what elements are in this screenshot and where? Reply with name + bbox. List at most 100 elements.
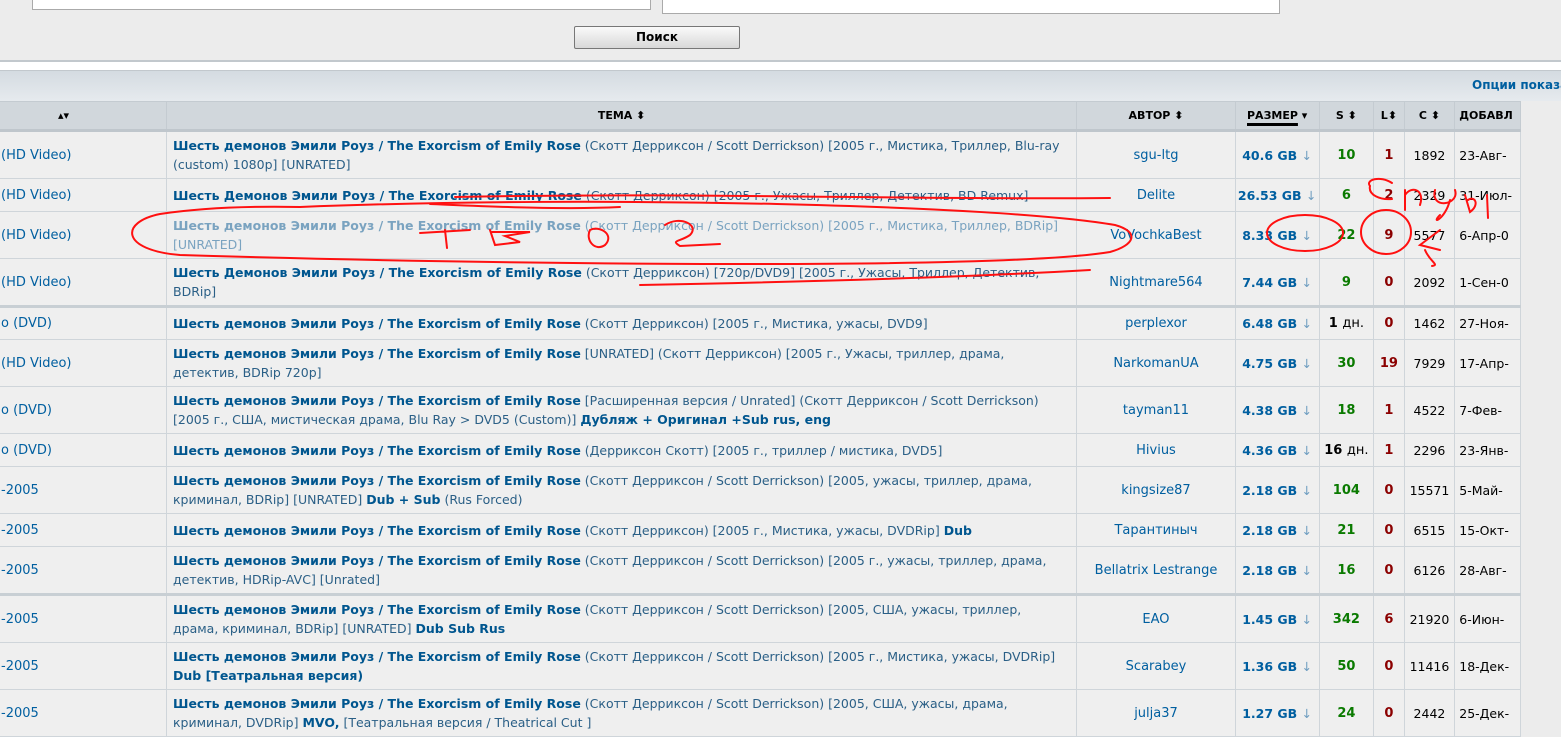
completed-cell: 2092 xyxy=(1403,258,1456,308)
size-download-link[interactable]: 1.27 GB xyxy=(1242,706,1297,721)
download-arrow-icon[interactable]: ↓ xyxy=(1302,483,1312,498)
author-link[interactable]: EAO xyxy=(1076,594,1236,643)
leechers-cell: 1 xyxy=(1373,386,1405,434)
topic-link[interactable]: Шесть демонов Эмили Роуз / The Exorcism … xyxy=(173,138,581,153)
author-link[interactable]: kingsize87 xyxy=(1076,466,1236,514)
divider xyxy=(0,62,1561,70)
topic-link[interactable]: Шесть демонов Эмили Роуз / The Exorcism … xyxy=(173,649,581,664)
completed-cell: 7929 xyxy=(1403,339,1456,387)
col-author[interactable]: АВТОР ⬍ xyxy=(1076,101,1236,132)
size-download-link[interactable]: 8.33 GB xyxy=(1242,228,1297,243)
size-download-link[interactable]: 4.75 GB xyxy=(1242,356,1297,371)
category-link[interactable]: o (DVD) xyxy=(0,433,167,467)
topic-link[interactable]: Шесть демонов Эмили Роуз / The Exorcism … xyxy=(173,553,581,568)
download-arrow-icon[interactable]: ↓ xyxy=(1302,356,1312,371)
author-link[interactable]: perplexor xyxy=(1076,306,1236,340)
search-input[interactable] xyxy=(32,0,651,10)
author-link[interactable]: Hivius xyxy=(1076,433,1236,467)
sort-updown-icon: ⬍ xyxy=(1387,109,1398,122)
author-link[interactable]: sgu-ltg xyxy=(1076,130,1236,179)
display-options-link[interactable]: Опции показа xyxy=(1472,78,1561,92)
size-download-link[interactable]: 26.53 GB xyxy=(1238,188,1302,203)
author-link[interactable]: julja37 xyxy=(1076,689,1236,737)
size-download-link[interactable]: 1.45 GB xyxy=(1242,612,1297,627)
topic-link[interactable]: Dub + Sub xyxy=(366,492,440,507)
topic-link[interactable]: Дубляж + Оригинал +Sub rus, eng xyxy=(580,412,831,427)
download-arrow-icon[interactable]: ↓ xyxy=(1302,228,1312,243)
author-link[interactable]: Scarabey xyxy=(1076,642,1236,690)
download-arrow-icon[interactable]: ↓ xyxy=(1302,403,1312,418)
size-cell: 40.6 GB ↓ xyxy=(1234,130,1320,179)
topic-link[interactable]: Шесть демонов Эмили Роуз / The Exorcism … xyxy=(173,602,581,617)
category-link[interactable]: (HD Video) xyxy=(0,130,167,179)
author-link[interactable]: Bellatrix Lestrange xyxy=(1076,546,1236,596)
download-arrow-icon[interactable]: ↓ xyxy=(1302,316,1312,331)
size-download-link[interactable]: 2.18 GB xyxy=(1242,563,1297,578)
author-link[interactable]: Nightmare564 xyxy=(1076,258,1236,308)
download-arrow-icon[interactable]: ↓ xyxy=(1302,148,1312,163)
topic-link[interactable]: Шесть демонов Эмили Роуз / The Exorcism … xyxy=(173,443,581,458)
download-arrow-icon[interactable]: ↓ xyxy=(1302,275,1312,290)
col-added[interactable]: ДОБАВЛ xyxy=(1454,101,1521,132)
download-arrow-icon[interactable]: ↓ xyxy=(1302,659,1312,674)
category-link[interactable]: (HD Video) xyxy=(0,178,167,212)
category-link[interactable]: -2005 xyxy=(0,513,167,547)
size-cell: 7.44 GB ↓ xyxy=(1234,258,1320,308)
download-arrow-icon[interactable]: ↓ xyxy=(1302,563,1312,578)
topic-link[interactable]: Шесть демонов Эмили Роуз / The Exorcism … xyxy=(173,218,581,233)
category-link[interactable]: -2005 xyxy=(0,642,167,690)
col-completed[interactable]: C ⬍ xyxy=(1403,101,1456,132)
category-link[interactable]: o (DVD) xyxy=(0,386,167,434)
author-link[interactable]: VoVochkaBest xyxy=(1076,211,1236,259)
author-link[interactable]: NarkomanUA xyxy=(1076,339,1236,387)
size-download-link[interactable]: 1.36 GB xyxy=(1242,659,1297,674)
category-link[interactable]: (HD Video) xyxy=(0,258,167,308)
topic-link[interactable]: Шесть демонов Эмили Роуз / The Exorcism … xyxy=(173,696,581,711)
category-link[interactable]: -2005 xyxy=(0,466,167,514)
download-arrow-icon[interactable]: ↓ xyxy=(1306,188,1316,203)
added-date-cell: 1-Сен-0 xyxy=(1454,258,1521,308)
size-download-link[interactable]: 6.48 GB xyxy=(1242,316,1297,331)
col-seeds[interactable]: S ⬍ xyxy=(1318,101,1375,132)
size-cell: 2.18 GB ↓ xyxy=(1234,546,1320,596)
category-link[interactable]: (HD Video) xyxy=(0,339,167,387)
author-link[interactable]: Тарантиныч xyxy=(1076,513,1236,547)
download-arrow-icon[interactable]: ↓ xyxy=(1302,443,1312,458)
size-download-link[interactable]: 2.18 GB xyxy=(1242,523,1297,538)
topic-link[interactable]: Шесть Демонов Эмили Роуз / The Exorcism … xyxy=(173,265,582,280)
size-download-link[interactable]: 7.44 GB xyxy=(1242,275,1297,290)
search-button[interactable]: Поиск xyxy=(574,26,740,49)
size-download-link[interactable]: 40.6 GB xyxy=(1242,148,1297,163)
author-link[interactable]: tayman11 xyxy=(1076,386,1236,434)
category-link[interactable]: -2005 xyxy=(0,594,167,643)
col-category[interactable]: ▴▾ xyxy=(0,101,167,132)
size-download-link[interactable]: 4.38 GB xyxy=(1242,403,1297,418)
topic-details: (Скотт Дерриксон) [2005 г., Мистика, ужа… xyxy=(580,316,928,331)
download-arrow-icon[interactable]: ↓ xyxy=(1302,612,1312,627)
download-arrow-icon[interactable]: ↓ xyxy=(1302,706,1312,721)
topic-link[interactable]: Dub xyxy=(944,523,972,538)
download-arrow-icon[interactable]: ↓ xyxy=(1302,523,1312,538)
size-download-link[interactable]: 4.36 GB xyxy=(1242,443,1297,458)
forum-select[interactable] xyxy=(662,0,1280,14)
topic-link[interactable]: Шесть демонов Эмили Роуз / The Exorcism … xyxy=(173,473,581,488)
topic-link[interactable]: Dub Sub Rus xyxy=(416,621,506,636)
topic-link[interactable]: Шесть Демонов Эмили Роуз / The Exorcism … xyxy=(173,188,582,203)
topic-link[interactable]: Dub [Театральная версия) xyxy=(173,668,363,683)
col-leech[interactable]: L⬍ xyxy=(1373,101,1405,132)
topic-link[interactable]: MVO, xyxy=(302,715,339,730)
category-link[interactable]: -2005 xyxy=(0,546,167,596)
topic-link[interactable]: Шесть демонов Эмили Роуз / The Exorcism … xyxy=(173,393,581,408)
col-size[interactable]: РАЗМЕР ▾ xyxy=(1234,101,1320,132)
category-link[interactable]: -2005 xyxy=(0,689,167,737)
topic-link[interactable]: Шесть демонов Эмили Роуз / The Exorcism … xyxy=(173,523,581,538)
topic-link[interactable]: Шесть демонов Эмили Роуз / The Exorcism … xyxy=(173,346,581,361)
author-link[interactable]: Delite xyxy=(1076,178,1236,212)
topic-link[interactable]: Шесть демонов Эмили Роуз / The Exorcism … xyxy=(173,316,581,331)
category-link[interactable]: (HD Video) xyxy=(0,211,167,259)
category-link[interactable]: o (DVD) xyxy=(0,306,167,340)
leechers-cell: 0 xyxy=(1373,642,1405,690)
col-topic[interactable]: ТЕМА ⬍ xyxy=(165,101,1078,132)
size-download-link[interactable]: 2.18 GB xyxy=(1242,483,1297,498)
sort-down-icon: ▾ xyxy=(1301,109,1308,122)
